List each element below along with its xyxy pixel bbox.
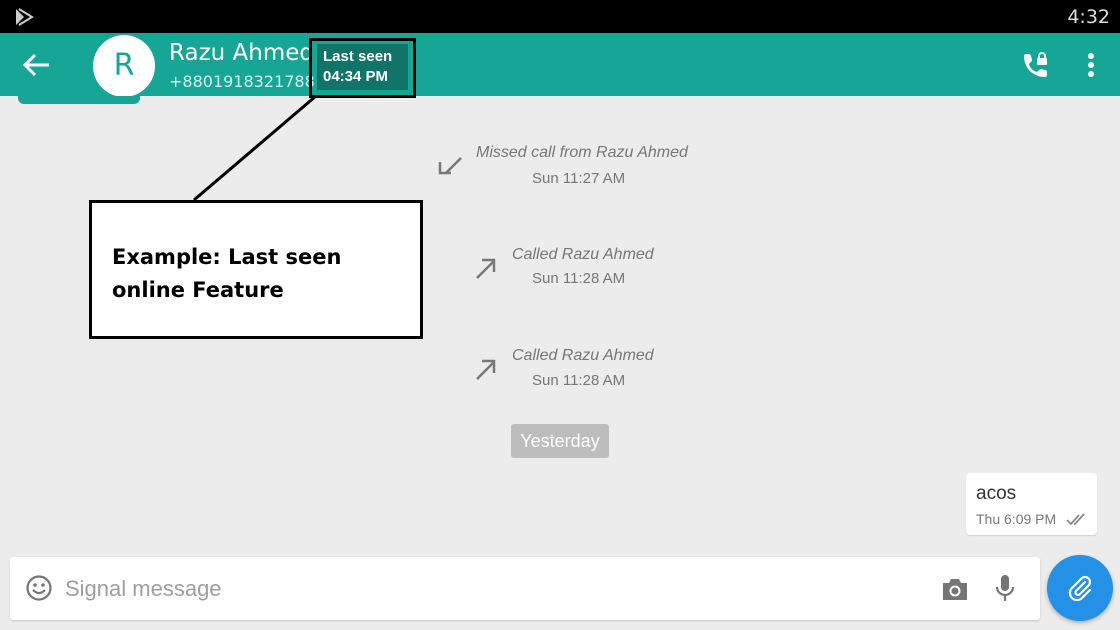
more-vert-icon[interactable] [1080, 50, 1102, 80]
message-time: Thu 6:09 PM [976, 511, 1057, 527]
avatar[interactable]: R [93, 35, 155, 97]
outgoing-call-icon [476, 258, 496, 279]
status-time: 4:32 [1067, 6, 1110, 28]
back-arrow-icon[interactable] [20, 50, 52, 80]
call-time: Sun 11:28 AM [532, 372, 626, 389]
compose-bar [10, 557, 1040, 620]
phone-lock-icon[interactable] [1020, 51, 1050, 81]
message-text: acos [976, 483, 1017, 504]
paperclip-icon [1068, 575, 1092, 602]
contact-phone: +8801918321788 [169, 72, 315, 91]
message-input[interactable] [65, 569, 925, 609]
call-title: Missed call from Razu Ahmed [476, 144, 688, 161]
call-log-item: Called Razu Ahmed Sun 11:28 AM [472, 242, 672, 292]
call-time: Sun 11:27 AM [532, 170, 626, 187]
missed-call-icon [438, 157, 462, 175]
call-title: Called Razu Ahmed [512, 347, 654, 364]
last-seen-label: Last seen [323, 48, 393, 65]
last-seen-time: 04:34 PM [323, 68, 389, 85]
attach-button[interactable] [1047, 555, 1113, 621]
mic-icon[interactable] [993, 573, 1017, 605]
camera-icon[interactable] [940, 575, 970, 603]
play-store-icon [16, 8, 34, 26]
annotation-text: Example: Last seen online Feature [112, 245, 342, 302]
status-bar: 4:32 [0, 0, 1120, 33]
call-title: Called Razu Ahmed [512, 246, 654, 263]
conversation-header: R Razu Ahmed +8801918321788 Last seen 04… [0, 33, 1120, 98]
contact-name[interactable]: Razu Ahmed [169, 40, 314, 66]
double-check-icon [1066, 513, 1085, 526]
last-seen-highlight: Last seen 04:34 PM [309, 38, 416, 98]
outgoing-call-icon [476, 359, 496, 380]
annotation-box: Example: Last seen online Feature [89, 200, 423, 339]
call-log-item: Called Razu Ahmed Sun 11:28 AM [472, 343, 672, 393]
last-seen-badge: Last seen 04:34 PM [317, 44, 408, 90]
call-time: Sun 11:28 AM [532, 270, 626, 287]
header-edge [18, 96, 140, 104]
date-divider: Yesterday [511, 424, 609, 458]
call-log-item: Missed call from Razu Ahmed Sun 11:27 AM [436, 140, 696, 190]
emoji-icon[interactable] [25, 574, 53, 602]
outgoing-message-bubble[interactable]: acos Thu 6:09 PM [966, 473, 1097, 535]
